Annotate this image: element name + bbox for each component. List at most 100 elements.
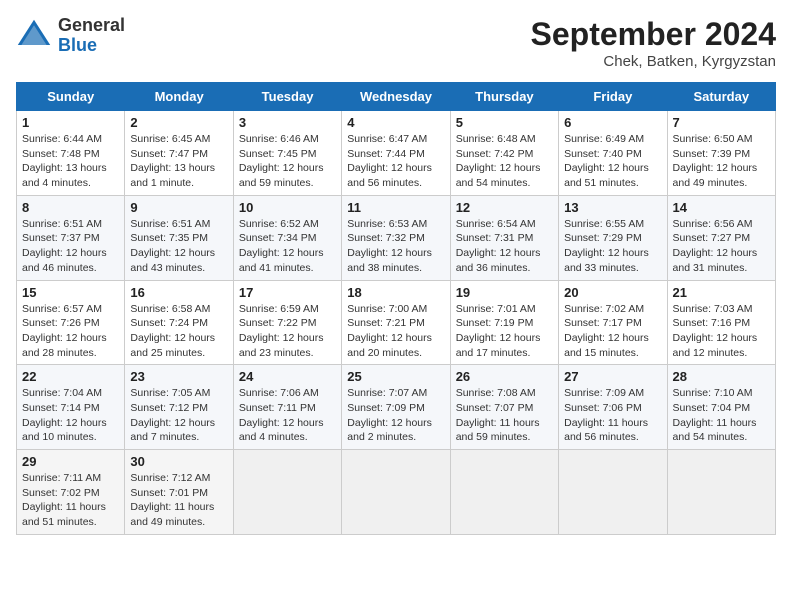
day-info: Sunrise: 6:52 AM Sunset: 7:34 PM Dayligh… [239, 217, 336, 276]
col-header-wednesday: Wednesday [342, 83, 450, 111]
day-info: Sunrise: 7:11 AM Sunset: 7:02 PM Dayligh… [22, 471, 119, 530]
day-number: 2 [130, 115, 227, 130]
day-info: Sunrise: 7:07 AM Sunset: 7:09 PM Dayligh… [347, 386, 444, 445]
day-number: 20 [564, 285, 661, 300]
col-header-tuesday: Tuesday [233, 83, 341, 111]
day-cell [342, 450, 450, 535]
day-info: Sunrise: 6:46 AM Sunset: 7:45 PM Dayligh… [239, 132, 336, 191]
day-info: Sunrise: 7:08 AM Sunset: 7:07 PM Dayligh… [456, 386, 553, 445]
day-info: Sunrise: 6:54 AM Sunset: 7:31 PM Dayligh… [456, 217, 553, 276]
day-number: 15 [22, 285, 119, 300]
day-cell: 1 Sunrise: 6:44 AM Sunset: 7:48 PM Daylig… [17, 111, 125, 196]
day-cell: 26 Sunrise: 7:08 AM Sunset: 7:07 PM Dayli… [450, 365, 558, 450]
day-info: Sunrise: 7:06 AM Sunset: 7:11 PM Dayligh… [239, 386, 336, 445]
logo: General Blue [16, 16, 125, 56]
day-info: Sunrise: 7:12 AM Sunset: 7:01 PM Dayligh… [130, 471, 227, 530]
day-number: 7 [673, 115, 770, 130]
col-header-thursday: Thursday [450, 83, 558, 111]
day-cell: 13 Sunrise: 6:55 AM Sunset: 7:29 PM Dayli… [559, 195, 667, 280]
day-number: 13 [564, 200, 661, 215]
day-info: Sunrise: 6:45 AM Sunset: 7:47 PM Dayligh… [130, 132, 227, 191]
day-cell: 28 Sunrise: 7:10 AM Sunset: 7:04 PM Dayli… [667, 365, 775, 450]
day-cell: 7Sunrise: 6:50 AM Sunset: 7:39 PM Daylig… [667, 111, 775, 196]
day-number: 22 [22, 369, 119, 384]
col-header-monday: Monday [125, 83, 233, 111]
day-cell [233, 450, 341, 535]
day-number: 1 [22, 115, 119, 130]
day-cell: 11 Sunrise: 6:53 AM Sunset: 7:32 PM Dayli… [342, 195, 450, 280]
day-cell: 29 Sunrise: 7:11 AM Sunset: 7:02 PM Dayli… [17, 450, 125, 535]
day-number: 19 [456, 285, 553, 300]
day-number: 17 [239, 285, 336, 300]
day-cell: 24Sunrise: 7:06 AM Sunset: 7:11 PM Dayli… [233, 365, 341, 450]
col-header-saturday: Saturday [667, 83, 775, 111]
day-number: 6 [564, 115, 661, 130]
day-info: Sunrise: 6:51 AM Sunset: 7:37 PM Dayligh… [22, 217, 119, 276]
week-row-4: 22 Sunrise: 7:04 AM Sunset: 7:14 PM Dayli… [17, 365, 776, 450]
day-cell: 16Sunrise: 6:58 AM Sunset: 7:24 PM Dayli… [125, 280, 233, 365]
day-cell: 3 Sunrise: 6:46 AM Sunset: 7:45 PM Daylig… [233, 111, 341, 196]
day-number: 28 [673, 369, 770, 384]
logo-general: General [58, 16, 125, 36]
day-number: 27 [564, 369, 661, 384]
day-number: 5 [456, 115, 553, 130]
day-cell: 17 Sunrise: 6:59 AM Sunset: 7:22 PM Dayli… [233, 280, 341, 365]
day-cell: 2 Sunrise: 6:45 AM Sunset: 7:47 PM Daylig… [125, 111, 233, 196]
week-row-2: 8 Sunrise: 6:51 AM Sunset: 7:37 PM Daylig… [17, 195, 776, 280]
day-cell: 6Sunrise: 6:49 AM Sunset: 7:40 PM Daylig… [559, 111, 667, 196]
day-cell: 18Sunrise: 7:00 AM Sunset: 7:21 PM Dayli… [342, 280, 450, 365]
day-cell: 22 Sunrise: 7:04 AM Sunset: 7:14 PM Dayli… [17, 365, 125, 450]
day-cell: 21 Sunrise: 7:03 AM Sunset: 7:16 PM Dayli… [667, 280, 775, 365]
calendar-table: SundayMondayTuesdayWednesdayThursdayFrid… [16, 82, 776, 535]
day-number: 14 [673, 200, 770, 215]
day-number: 12 [456, 200, 553, 215]
day-info: Sunrise: 7:03 AM Sunset: 7:16 PM Dayligh… [673, 302, 770, 361]
day-info: Sunrise: 6:59 AM Sunset: 7:22 PM Dayligh… [239, 302, 336, 361]
day-cell: 12 Sunrise: 6:54 AM Sunset: 7:31 PM Dayli… [450, 195, 558, 280]
day-number: 29 [22, 454, 119, 469]
day-info: Sunrise: 6:55 AM Sunset: 7:29 PM Dayligh… [564, 217, 661, 276]
day-number: 21 [673, 285, 770, 300]
day-cell: 9 Sunrise: 6:51 AM Sunset: 7:35 PM Daylig… [125, 195, 233, 280]
day-cell: 23Sunrise: 7:05 AM Sunset: 7:12 PM Dayli… [125, 365, 233, 450]
logo-icon [16, 18, 52, 54]
week-row-5: 29 Sunrise: 7:11 AM Sunset: 7:02 PM Dayli… [17, 450, 776, 535]
day-info: Sunrise: 7:02 AM Sunset: 7:17 PM Dayligh… [564, 302, 661, 361]
day-info: Sunrise: 6:51 AM Sunset: 7:35 PM Dayligh… [130, 217, 227, 276]
logo-blue: Blue [58, 36, 125, 56]
location: Chek, Batken, Kyrgyzstan [531, 53, 776, 70]
day-info: Sunrise: 6:44 AM Sunset: 7:48 PM Dayligh… [22, 132, 119, 191]
day-number: 4 [347, 115, 444, 130]
day-cell [559, 450, 667, 535]
day-number: 26 [456, 369, 553, 384]
day-info: Sunrise: 7:09 AM Sunset: 7:06 PM Dayligh… [564, 386, 661, 445]
day-number: 10 [239, 200, 336, 215]
col-header-sunday: Sunday [17, 83, 125, 111]
day-number: 9 [130, 200, 227, 215]
day-cell: 25 Sunrise: 7:07 AM Sunset: 7:09 PM Dayli… [342, 365, 450, 450]
day-info: Sunrise: 7:05 AM Sunset: 7:12 PM Dayligh… [130, 386, 227, 445]
day-cell: 4Sunrise: 6:47 AM Sunset: 7:44 PM Daylig… [342, 111, 450, 196]
day-cell: 15Sunrise: 6:57 AM Sunset: 7:26 PM Dayli… [17, 280, 125, 365]
day-cell: 19 Sunrise: 7:01 AM Sunset: 7:19 PM Dayli… [450, 280, 558, 365]
day-info: Sunrise: 6:58 AM Sunset: 7:24 PM Dayligh… [130, 302, 227, 361]
day-info: Sunrise: 7:01 AM Sunset: 7:19 PM Dayligh… [456, 302, 553, 361]
day-cell: 10 Sunrise: 6:52 AM Sunset: 7:34 PM Dayli… [233, 195, 341, 280]
day-info: Sunrise: 7:04 AM Sunset: 7:14 PM Dayligh… [22, 386, 119, 445]
day-number: 8 [22, 200, 119, 215]
day-cell [667, 450, 775, 535]
day-cell: 14 Sunrise: 6:56 AM Sunset: 7:27 PM Dayli… [667, 195, 775, 280]
week-row-1: 1 Sunrise: 6:44 AM Sunset: 7:48 PM Daylig… [17, 111, 776, 196]
day-info: Sunrise: 6:53 AM Sunset: 7:32 PM Dayligh… [347, 217, 444, 276]
day-info: Sunrise: 7:10 AM Sunset: 7:04 PM Dayligh… [673, 386, 770, 445]
day-info: Sunrise: 6:56 AM Sunset: 7:27 PM Dayligh… [673, 217, 770, 276]
day-cell: 8 Sunrise: 6:51 AM Sunset: 7:37 PM Daylig… [17, 195, 125, 280]
day-number: 11 [347, 200, 444, 215]
header-row: SundayMondayTuesdayWednesdayThursdayFrid… [17, 83, 776, 111]
day-number: 3 [239, 115, 336, 130]
day-number: 25 [347, 369, 444, 384]
month-title: September 2024 [531, 16, 776, 53]
day-number: 18 [347, 285, 444, 300]
title-block: September 2024 Chek, Batken, Kyrgyzstan [531, 16, 776, 70]
day-cell [450, 450, 558, 535]
